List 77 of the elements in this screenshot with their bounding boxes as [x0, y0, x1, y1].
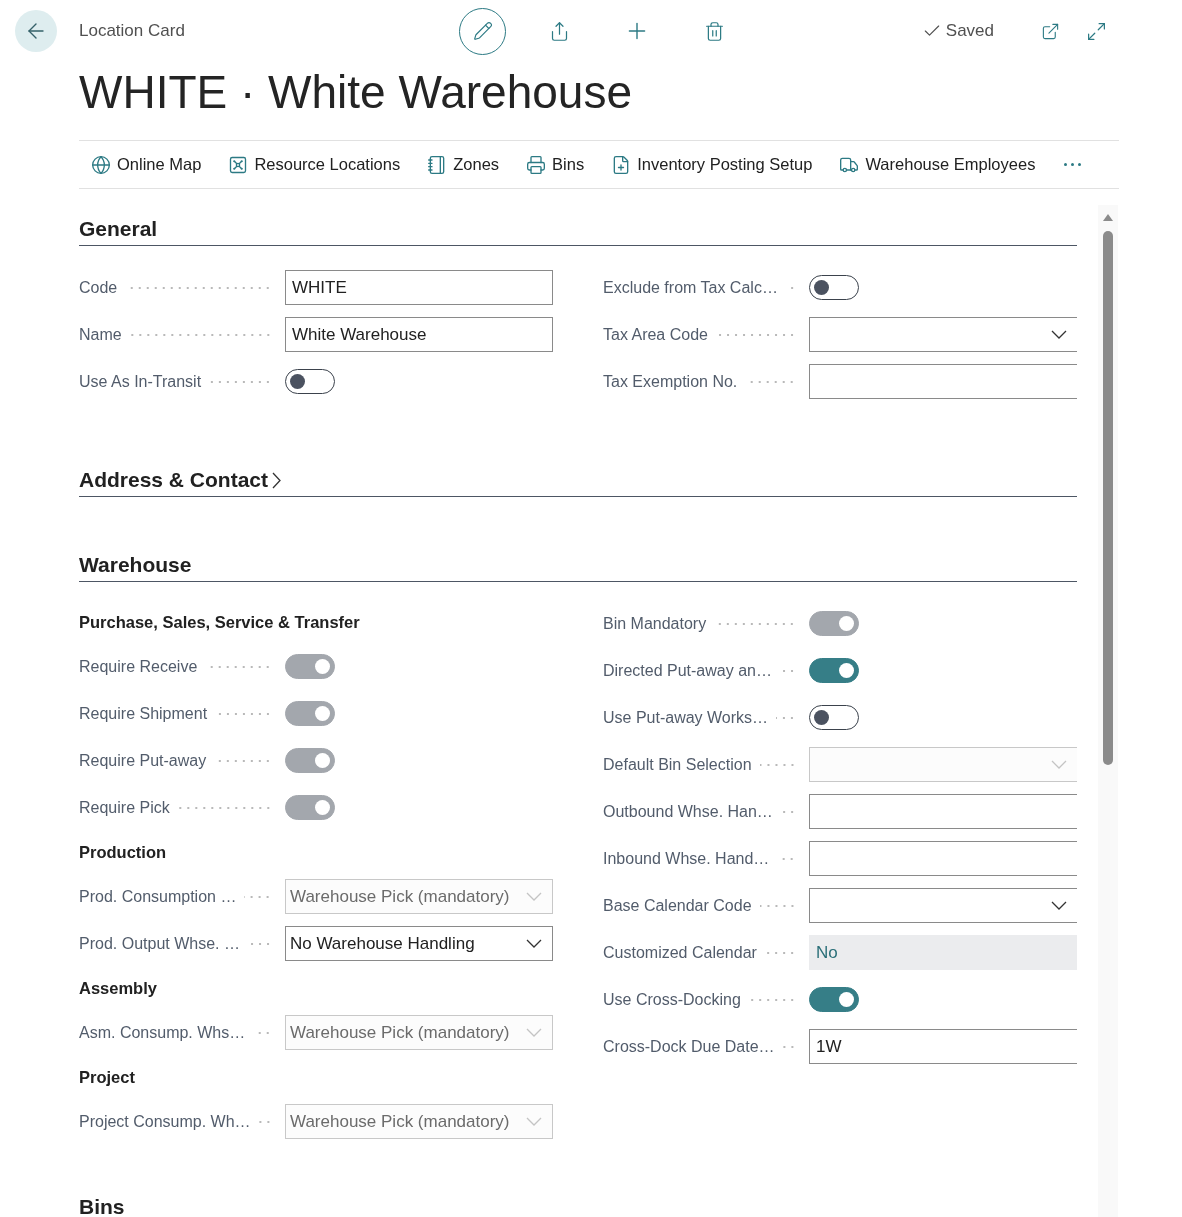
section-title[interactable]: Address & Contact	[79, 467, 282, 493]
scrollbar-thumb[interactable]	[1103, 231, 1113, 765]
field-label: Require Put-away	[79, 751, 207, 770]
field-label: Prod. Output Whse. …	[79, 934, 240, 953]
toggle-switch[interactable]	[809, 658, 859, 683]
field-label: Code	[79, 278, 118, 297]
group-heading: Project	[79, 1067, 135, 1088]
toggle-switch[interactable]	[285, 369, 335, 394]
group-heading: Assembly	[79, 978, 157, 999]
field-label: Use Put-away Works…	[603, 708, 769, 727]
breadcrumb: Location Card	[79, 21, 186, 41]
field-label: Project Consump. Wh…	[79, 1112, 251, 1131]
action-button[interactable]: Resource Locations	[228, 154, 401, 175]
toggle-switch[interactable]	[809, 987, 859, 1012]
text-field[interactable]: WHITE	[285, 270, 553, 305]
toggle-switch[interactable]	[809, 705, 859, 730]
saved-status: Saved	[945, 21, 994, 41]
trash-icon	[703, 20, 725, 42]
action-button[interactable]: Bins	[526, 154, 585, 175]
back-button[interactable]	[15, 10, 57, 52]
scroll-up-icon[interactable]	[1103, 214, 1113, 221]
globe-icon	[91, 154, 111, 175]
section-title[interactable]: Bins	[79, 1194, 125, 1217]
scrollbar-track[interactable]	[1098, 205, 1118, 1217]
field-label: Name	[79, 325, 122, 344]
expand-icon	[1085, 20, 1107, 42]
chevron-down-icon	[526, 892, 542, 901]
dropdown-field[interactable]	[809, 888, 1077, 923]
external-link-icon	[1040, 21, 1060, 41]
field-label: Base Calendar Code	[603, 896, 752, 915]
more-icon	[1064, 163, 1082, 166]
field-label: Tax Exemption No.	[603, 372, 738, 391]
field-label: Tax Area Code	[603, 325, 708, 344]
edit-button[interactable]	[459, 7, 506, 55]
text-field[interactable]: 1W	[809, 1029, 1077, 1064]
field-label: Customized Calendar	[603, 943, 757, 962]
pencil-icon	[472, 21, 493, 41]
action-button[interactable]: Inventory Posting Setup	[611, 154, 813, 175]
field-label: Require Shipment	[79, 704, 208, 723]
field-label: Directed Put-away an…	[603, 661, 772, 680]
toggle-switch[interactable]	[809, 275, 859, 300]
text-field[interactable]	[809, 364, 1077, 399]
group-heading: Purchase, Sales, Service & Transfer	[79, 612, 360, 633]
text-field[interactable]	[809, 794, 1077, 829]
chevron-down-icon	[526, 1028, 542, 1037]
chevron-down-icon	[1051, 330, 1067, 339]
chevron-down-icon	[526, 1117, 542, 1126]
action-button[interactable]: Warehouse Employees	[839, 154, 1036, 175]
printer-icon	[526, 154, 547, 175]
text-field[interactable]	[809, 841, 1077, 876]
field-label: Asm. Consump. Whs…	[79, 1023, 246, 1042]
field-label: Exclude from Tax Calc…	[603, 278, 778, 297]
dropdown-field[interactable]: No Warehouse Handling	[285, 926, 553, 961]
field-label: Use Cross-Docking	[603, 990, 741, 1009]
chevron-down-icon	[1051, 760, 1067, 769]
field-label: Default Bin Selection	[603, 755, 752, 774]
dropdown-field[interactable]	[809, 317, 1077, 352]
text-field[interactable]: White Warehouse	[285, 317, 553, 352]
page-title: WHITE · White Warehouse	[79, 65, 632, 120]
chevron-down-icon	[1051, 901, 1067, 910]
field-label: Use As In-Transit	[79, 372, 202, 391]
safe-icon	[228, 154, 249, 175]
action-button[interactable]: Zones	[427, 154, 500, 175]
section-title[interactable]: General	[79, 216, 158, 242]
group-heading: Production	[79, 842, 167, 863]
field-label: Require Pick	[79, 798, 170, 817]
action-button[interactable]: Online Map	[91, 154, 202, 175]
field-label: Bin Mandatory	[603, 614, 707, 633]
field-label: Outbound Whse. Han…	[603, 802, 773, 821]
section-title[interactable]: Warehouse	[79, 552, 192, 578]
chevron-down-icon	[526, 939, 542, 948]
readonly-field: No	[809, 935, 1077, 970]
field-label: Prod. Consumption …	[79, 887, 237, 906]
field-label: Require Receive	[79, 657, 198, 676]
chevron-right-icon	[272, 471, 282, 489]
field-label: Cross-Dock Due Date…	[603, 1037, 775, 1056]
field-label: Inbound Whse. Hand…	[603, 849, 770, 868]
